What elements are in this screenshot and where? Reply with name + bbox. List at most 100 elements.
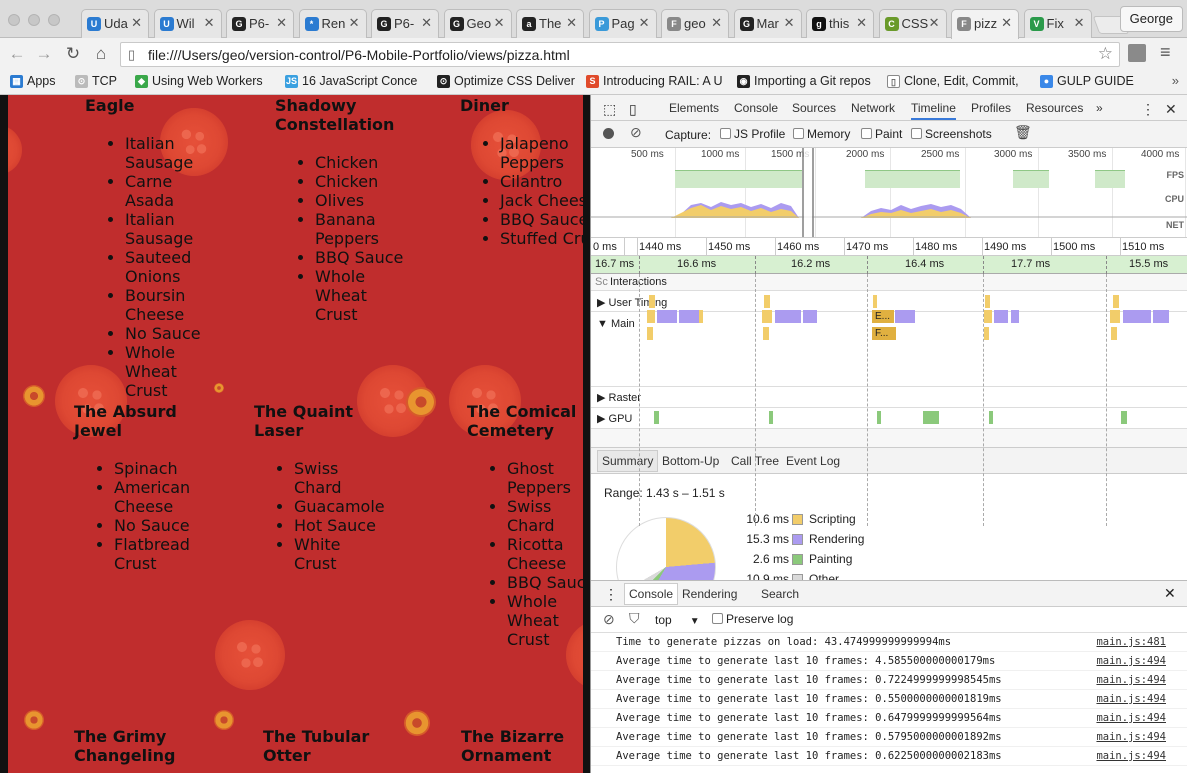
bookmark-item[interactable]: ⊙ Optimize CSS Deliver	[437, 74, 575, 88]
device-mode-icon[interactable]: ▯	[629, 101, 637, 118]
forward-icon[interactable]: →	[33, 43, 55, 65]
timeline-event[interactable]	[647, 310, 655, 323]
browser-tab[interactable]: U Wil ✕	[153, 9, 222, 38]
close-tab-icon[interactable]: ✕	[349, 15, 360, 31]
timeline-event[interactable]	[769, 411, 773, 424]
close-tab-icon[interactable]: ✕	[494, 15, 505, 31]
browser-tab[interactable]: G Mar ✕	[733, 9, 802, 38]
close-tab-icon[interactable]: ✕	[856, 15, 867, 31]
tab-timeline[interactable]: Timeline	[911, 101, 956, 120]
tab-event-log[interactable]: Event Log	[786, 454, 840, 468]
browser-tab[interactable]: Fgeo ✕	[661, 9, 729, 38]
drawer-menu-icon[interactable]: ⋮	[604, 586, 618, 603]
timeline-event[interactable]	[1111, 327, 1117, 340]
close-tab-icon[interactable]: ✕	[1074, 15, 1085, 31]
browser-tab[interactable]: C CSS ✕	[878, 9, 947, 38]
timeline-event[interactable]	[1121, 411, 1127, 424]
timeline-event[interactable]	[985, 295, 990, 308]
tab-drawer-search[interactable]: Search	[761, 587, 799, 601]
address-bar[interactable]: ▯ file:///Users/geo/version-control/P6-M…	[120, 42, 1120, 67]
timeline-event[interactable]	[654, 411, 659, 424]
bookmark-item[interactable]: S Introducing RAIL: A U	[586, 74, 723, 88]
timeline-event[interactable]	[699, 310, 703, 323]
tab-elements[interactable]: Elements	[669, 101, 719, 115]
close-tab-icon[interactable]: ✕	[929, 15, 940, 31]
timeline-event[interactable]	[989, 411, 993, 424]
console-source-link[interactable]: main.js:494	[1096, 750, 1166, 762]
close-tab-icon[interactable]: ✕	[711, 15, 722, 31]
record-icon[interactable]	[603, 128, 614, 139]
frame-duration[interactable]: 16.6 ms	[677, 258, 716, 270]
screenshots-checkbox[interactable]: Screenshots	[911, 127, 992, 141]
timeline-event[interactable]	[994, 310, 1008, 323]
timeline-event[interactable]	[1011, 310, 1019, 323]
timeline-event[interactable]	[1153, 310, 1169, 323]
timeline-event[interactable]	[877, 411, 881, 424]
timeline-event[interactable]	[1113, 295, 1119, 308]
timeline-event[interactable]	[1110, 310, 1120, 323]
js-profile-checkbox[interactable]: JS Profile	[720, 127, 785, 141]
browser-tab[interactable]: G P6- ✕	[371, 9, 439, 38]
close-tab-icon[interactable]: ✕	[204, 15, 215, 31]
browser-tab[interactable]: G Geo ✕	[443, 9, 512, 38]
user-timing-track[interactable]: ▶ User Timing	[591, 291, 1187, 312]
frame-duration[interactable]: 15.5 ms	[1129, 258, 1168, 270]
timeline-event[interactable]	[762, 310, 772, 323]
timeline-event[interactable]	[657, 310, 677, 323]
close-window-button[interactable]	[8, 14, 20, 26]
raster-track[interactable]: ▶ Raster	[591, 387, 1187, 408]
clear-icon[interactable]: ⊘	[630, 124, 642, 141]
console-source-link[interactable]: main.js:481	[1096, 636, 1166, 648]
close-tab-icon[interactable]: ✕	[131, 15, 142, 31]
interactions-track[interactable]: Sc Interactions	[591, 274, 1187, 291]
bookmark-star-icon[interactable]: ☆	[1098, 44, 1113, 64]
timeline-event[interactable]	[764, 295, 770, 308]
timeline-overview[interactable]: 500 ms 1000 ms 1500 ms 2000 ms 2500 ms 3000 m…	[591, 148, 1187, 238]
paint-checkbox[interactable]: Paint	[861, 127, 902, 141]
timeline-event[interactable]	[649, 295, 655, 308]
browser-tab[interactable]: P Pag ✕	[588, 9, 657, 38]
selection-window[interactable]	[802, 148, 814, 237]
main-track[interactable]: ▼ Main	[591, 312, 1187, 387]
timeline-event[interactable]	[984, 327, 989, 340]
console-source-link[interactable]: main.js:494	[1096, 693, 1166, 705]
frames-track[interactable]: 16.7 ms 16.6 ms 16.2 ms 16.4 ms 17.7 ms 15.5 …	[591, 256, 1187, 274]
close-drawer-icon[interactable]: ✕	[1164, 585, 1176, 602]
timeline-event[interactable]	[895, 310, 915, 323]
minimize-window-button[interactable]	[28, 14, 40, 26]
timeline-event[interactable]	[647, 327, 653, 340]
clear-console-icon[interactable]: ⊘	[603, 611, 615, 628]
tab-bottom-up[interactable]: Bottom-Up	[662, 454, 719, 468]
preserve-log-checkbox[interactable]: Preserve log	[712, 612, 793, 626]
timeline-event[interactable]	[1123, 310, 1151, 323]
trash-icon[interactable]: 🗑	[1014, 124, 1032, 141]
console-source-link[interactable]: main.js:494	[1096, 731, 1166, 743]
bookmarks-overflow-icon[interactable]: »	[1172, 73, 1179, 88]
browser-tab[interactable]: Fpizz ✕	[951, 9, 1019, 39]
context-select[interactable]: top ▼	[655, 613, 700, 627]
home-icon[interactable]: ⌂	[90, 43, 112, 65]
timeline-event[interactable]	[873, 295, 877, 308]
kebab-menu-icon[interactable]: ⋮	[1141, 101, 1155, 118]
back-icon[interactable]: ←	[6, 43, 28, 65]
tab-resources[interactable]: Resources	[1026, 101, 1083, 115]
timeline-event[interactable]	[803, 310, 817, 323]
close-tab-icon[interactable]: ✕	[784, 15, 795, 31]
timeline-event[interactable]	[679, 310, 701, 323]
timeline-event[interactable]	[763, 327, 769, 340]
tab-sources[interactable]: Sources	[792, 101, 836, 115]
tab-summary[interactable]: Summary	[597, 450, 659, 472]
browser-tab[interactable]: g this ✕	[806, 9, 874, 38]
close-devtools-icon[interactable]: ✕	[1165, 101, 1177, 118]
maximize-window-button[interactable]	[48, 14, 60, 26]
reload-icon[interactable]: ↻	[62, 43, 84, 65]
browser-menu-icon[interactable]: ≡	[1160, 42, 1171, 63]
tab-drawer-rendering[interactable]: Rendering	[682, 587, 737, 601]
filter-icon[interactable]: ⛉	[629, 610, 640, 627]
bookmark-item[interactable]: ▯ Clone, Edit, Commit,	[887, 74, 1019, 88]
close-tab-icon[interactable]: ✕	[276, 15, 287, 31]
extension-icon[interactable]	[1128, 44, 1146, 62]
frame-duration[interactable]: 16.7 ms	[595, 258, 634, 270]
timeline-event[interactable]	[775, 310, 801, 323]
browser-tab[interactable]: U Uda ✕	[81, 9, 149, 38]
